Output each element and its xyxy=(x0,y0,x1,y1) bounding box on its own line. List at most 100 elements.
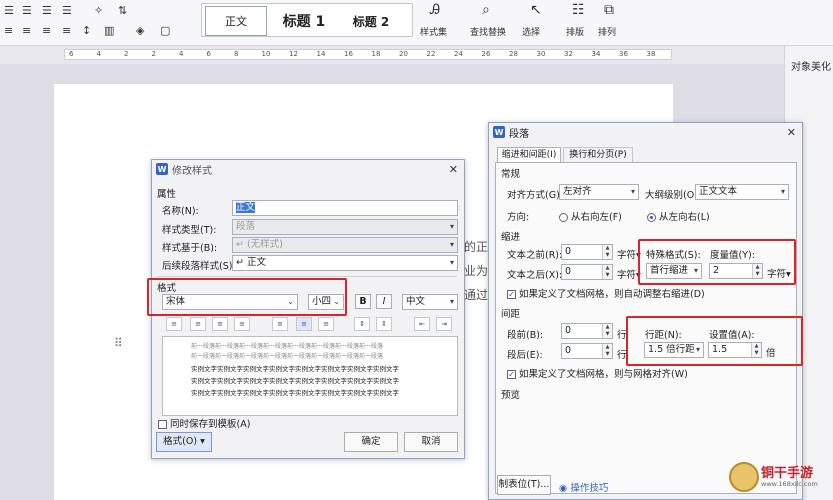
lang-select[interactable]: 中文 ▾ xyxy=(402,294,458,310)
indent-increase-icon[interactable]: ⇥ xyxy=(436,317,452,331)
justify-icon[interactable]: ☰ xyxy=(62,4,72,18)
spinner-icon[interactable]: ▲ ▼ xyxy=(602,265,612,279)
align-center-icon[interactable]: ☰ xyxy=(22,4,32,18)
tab-line-page[interactable]: 换行和分页(P) xyxy=(563,147,633,162)
sort-icon[interactable]: ⇅ xyxy=(118,4,127,18)
ltr-radio[interactable]: 从左向右(L) xyxy=(647,209,710,223)
ltr-label: 从左向右(L) xyxy=(659,212,710,223)
ok-button[interactable]: 确定 xyxy=(344,432,398,452)
format-dropdown-button[interactable]: 格式(O) ▾ xyxy=(156,432,212,452)
spacing-double-icon[interactable]: ≡ xyxy=(318,317,334,331)
style-heading2[interactable]: 标题 2 xyxy=(340,6,402,36)
after-text-input[interactable]: 0 ▲ ▼ xyxy=(561,264,613,280)
watermark-url: www.168xilc.com xyxy=(761,480,818,488)
type-select[interactable]: 段落 ▾ xyxy=(232,219,458,235)
space-after-icon[interactable]: ⇕ xyxy=(376,317,392,331)
layout-icon[interactable]: ☷ xyxy=(572,3,585,17)
paragraph-icon[interactable]: ✧ xyxy=(94,4,103,18)
spacing-single-icon[interactable]: ≡ xyxy=(272,317,288,331)
layout-label[interactable]: 排版 xyxy=(566,25,584,38)
after-label: 段后(E): xyxy=(507,350,543,361)
ruler-tick: 38 xyxy=(646,50,656,58)
tab-indent-spacing[interactable]: 缩进和间距(I) xyxy=(497,147,561,162)
space-before-value: 0 xyxy=(565,325,572,336)
object-beautify-title[interactable]: 对象美化 xyxy=(791,58,831,73)
select-icon[interactable]: ↖ xyxy=(530,3,542,17)
style-set-label[interactable]: 样式集 xyxy=(420,25,447,38)
watermark: 铜干手游 www.168xilc.com xyxy=(729,462,829,492)
style-heading1[interactable]: 标题 1 xyxy=(272,6,336,36)
arrange-icon[interactable]: ⧉ xyxy=(604,3,614,17)
outline-select[interactable]: 正文文本 ▾ xyxy=(695,184,789,200)
align-label: 对齐方式(G): xyxy=(507,190,563,201)
arrange-label[interactable]: 排列 xyxy=(598,25,616,38)
based-select[interactable]: ↵ (无样式) ▾ xyxy=(232,237,458,253)
format-button-label: 格式(O) xyxy=(163,436,198,447)
align-value: 左对齐 xyxy=(563,186,592,197)
rtl-radio[interactable]: 从右向左(F) xyxy=(559,209,622,223)
divider xyxy=(157,276,457,277)
chevron-down-icon: ▾ xyxy=(449,297,454,306)
align-right-icon[interactable]: ☰ xyxy=(42,4,52,18)
shading-icon[interactable]: ◈ xyxy=(136,24,144,38)
center-icon[interactable]: ≡ xyxy=(22,24,31,38)
spacing-15-icon[interactable]: ≡ xyxy=(296,317,312,331)
space-before-icon[interactable]: ⇕ xyxy=(354,317,370,331)
align-select[interactable]: 左对齐 ▾ xyxy=(559,184,639,200)
find-icon[interactable]: ⌕ xyxy=(482,3,490,17)
select-label[interactable]: 选择 xyxy=(522,25,540,38)
cancel-button[interactable]: 取消 xyxy=(404,432,458,452)
after-text-label: 文本之后(X): xyxy=(507,270,563,281)
align-left-icon[interactable]: ≡ xyxy=(166,317,182,331)
radio-selected-icon xyxy=(647,213,656,222)
highlight-box xyxy=(147,278,347,316)
indent-icon[interactable]: ≡ xyxy=(4,24,13,38)
tab-stops-button[interactable]: 制表位(T)... xyxy=(497,475,551,495)
align-right-icon[interactable]: ≡ xyxy=(212,317,228,331)
spinner-icon[interactable]: ▲ ▼ xyxy=(602,245,612,259)
checkbox-checked-icon: ✓ xyxy=(507,290,516,299)
ruler-tick: 16 xyxy=(344,50,353,58)
spinner-icon[interactable]: ▲ ▼ xyxy=(602,324,612,338)
ruler-tick: 26 xyxy=(481,50,491,58)
align-left-icon[interactable]: ☰ xyxy=(4,4,14,18)
tips-link[interactable]: ◉ 操作技巧 xyxy=(559,480,608,494)
close-icon[interactable]: ✕ xyxy=(449,163,458,176)
follow-value: ↵ 正文 xyxy=(236,257,266,268)
preview-gray-2: 前一段落前一段落前一段落前一段落前一段落前一段落前一段落前一段落 xyxy=(191,353,384,360)
before-text-input[interactable]: 0 ▲ ▼ xyxy=(561,244,613,260)
justify-icon[interactable]: ≡ xyxy=(234,317,250,331)
grid-align-checkbox[interactable]: ✓ 如果定义了文档网格，则与网格对齐(W) xyxy=(507,366,688,380)
modify-style-title: 修改样式 xyxy=(172,165,212,177)
find-replace-label[interactable]: 查找替换 xyxy=(470,25,506,38)
space-before-input[interactable]: 0 ▲ ▼ xyxy=(561,323,613,339)
follow-select[interactable]: ↵ 正文 ▾ xyxy=(232,255,458,271)
horizontal-ruler[interactable]: 6 4 2 2 4 6 8 10 12 14 16 18 20 22 24 26 28 30 32 34 36 38 xyxy=(64,49,672,60)
style-normal[interactable]: 正文 xyxy=(205,6,267,36)
save-template-checkbox[interactable]: 同时保存到模板(A) xyxy=(158,416,250,430)
align-center-icon[interactable]: ≡ xyxy=(190,317,206,331)
general-section: 常规 xyxy=(501,169,521,180)
drag-handle-icon[interactable]: ⠿ xyxy=(114,336,123,350)
italic-button[interactable]: I xyxy=(376,294,392,309)
modify-style-titlebar: W 修改样式 xyxy=(152,160,464,178)
indent-decrease-icon[interactable]: ⇤ xyxy=(414,317,430,331)
coin-logo-icon xyxy=(729,462,759,492)
line-spacing-icon[interactable]: ↕ xyxy=(82,24,91,38)
grid-indent-checkbox[interactable]: ✓ 如果定义了文档网格，则自动调整右缩进(D) xyxy=(507,286,705,300)
distribute-icon[interactable]: ≡ xyxy=(62,24,71,38)
ruler-tick: 20 xyxy=(399,50,408,58)
style-gallery: 正文 标题 1 标题 2 xyxy=(201,3,413,37)
columns-icon[interactable]: ▥ xyxy=(104,24,114,38)
style-set-icon[interactable]: Ꭿ xyxy=(430,3,440,17)
space-after-input[interactable]: 0 ▲ ▼ xyxy=(561,343,613,359)
preview-dark-1: 实例文字实例文字实例文字实例文字实例文字实例文字实例文字实例文字 xyxy=(191,365,399,373)
bold-button[interactable]: B xyxy=(355,294,371,309)
name-input[interactable]: 正文 xyxy=(232,200,458,216)
lang-value: 中文 xyxy=(406,296,426,307)
border-icon[interactable]: ▢ xyxy=(160,24,170,38)
right-icon[interactable]: ≡ xyxy=(42,24,51,38)
spinner-icon[interactable]: ▲ ▼ xyxy=(602,344,612,358)
close-icon[interactable]: ✕ xyxy=(787,126,796,139)
type-value: 段落 xyxy=(236,221,256,232)
